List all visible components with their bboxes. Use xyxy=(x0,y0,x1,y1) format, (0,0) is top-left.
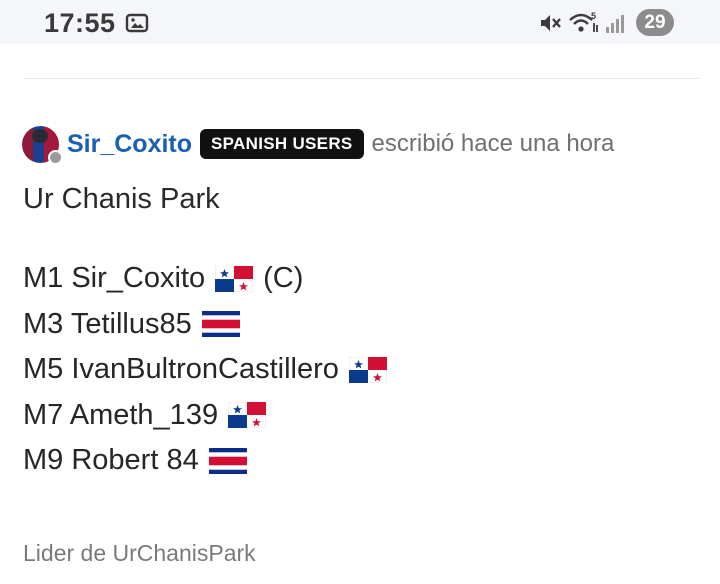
panama-flag-icon xyxy=(348,356,388,384)
lineup-line: M9 Robert 84 xyxy=(23,438,387,484)
lineup-line: M1 Sir_Coxito (C) xyxy=(23,256,387,302)
divider xyxy=(24,78,700,79)
lineup-line: M7 Ameth_139 xyxy=(23,393,387,439)
battery-indicator: 29 xyxy=(636,9,674,36)
post-header: Sir_Coxito SPANISH USERS escribió hace u… xyxy=(22,125,615,165)
mute-icon xyxy=(541,15,561,31)
status-bar: 17:55 5 29 xyxy=(0,0,720,44)
lineup-text: M3 Tetillus85 xyxy=(23,307,192,340)
captain-marker: (C) xyxy=(263,262,304,295)
svg-text:5: 5 xyxy=(591,11,596,21)
costa-rica-flag-icon xyxy=(208,447,247,474)
post-meta[interactable]: escribió hace una hora xyxy=(372,130,615,158)
wifi-icon: 5 xyxy=(569,11,598,32)
lineup-line: M3 Tetillus85 xyxy=(23,302,387,348)
costa-rica-flag-icon xyxy=(201,311,240,338)
post-title: Ur Chanis Park xyxy=(23,183,220,215)
lineup-list: M1 Sir_Coxito (C) M3 Tetillus85 M5 IvanBult… xyxy=(23,256,388,484)
lineup-line: M5 IvanBultronCastillero xyxy=(23,347,388,393)
avatar[interactable] xyxy=(22,125,63,165)
status-time: 17:55 xyxy=(44,8,116,38)
group-badge[interactable]: SPANISH USERS xyxy=(200,129,364,159)
username-link[interactable]: Sir_Coxito xyxy=(67,130,192,159)
lineup-text: M9 Robert 84 xyxy=(23,444,199,477)
panama-flag-icon xyxy=(227,401,267,429)
presence-dot xyxy=(48,149,63,165)
gallery-icon xyxy=(125,13,149,33)
lineup-text: M1 Sir_Coxito xyxy=(23,262,206,295)
signal-icon xyxy=(606,15,624,33)
signature: Lider de UrChanisPark xyxy=(23,540,256,566)
lineup-text: M7 Ameth_139 xyxy=(23,398,219,431)
lineup-text: M5 IvanBultronCastillero xyxy=(23,353,339,386)
panama-flag-icon xyxy=(214,265,254,293)
